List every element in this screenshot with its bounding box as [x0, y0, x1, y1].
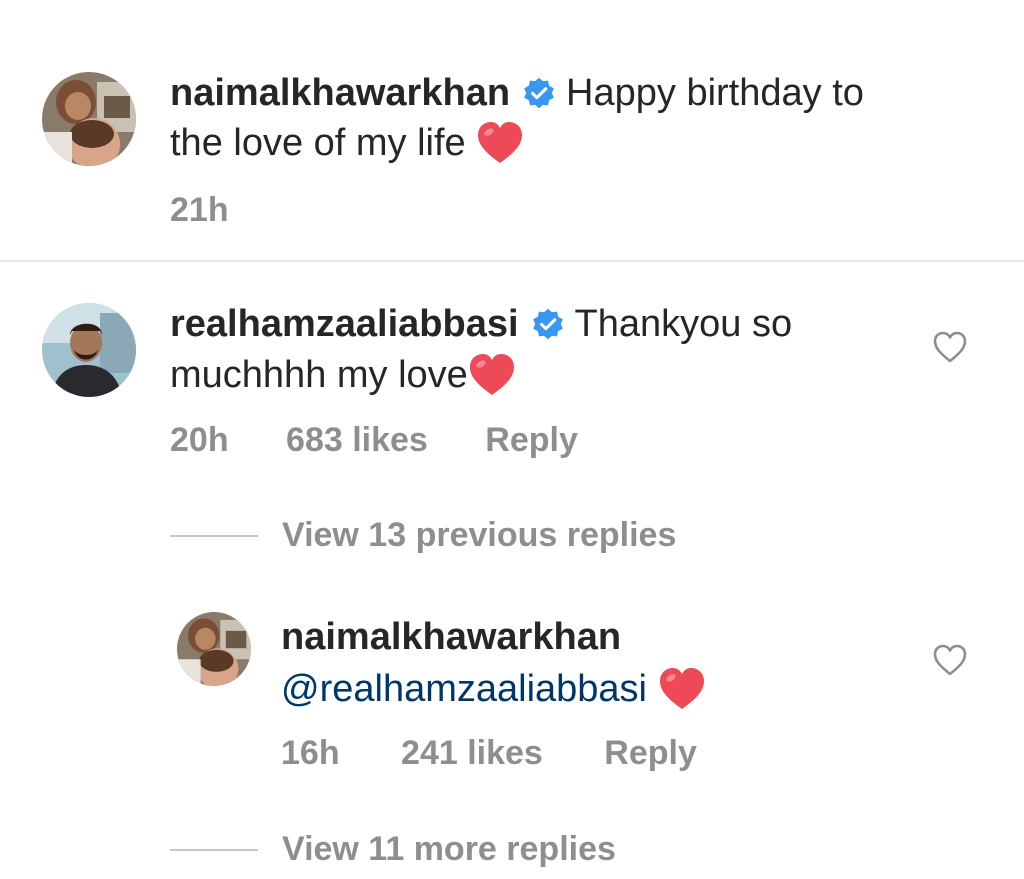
reply-reply-button[interactable]: Reply: [604, 733, 697, 773]
view-previous-replies[interactable]: View 13 previous replies: [170, 516, 676, 555]
reply-mention-link[interactable]: @realhamzaaliabbasi: [281, 668, 647, 710]
comment-username[interactable]: realhamzaaliabbasi: [170, 303, 519, 345]
reply-meta: 16h 241 likes Reply: [281, 733, 697, 773]
caption-line-1: naimalkhawarkhan Happy birthday to: [170, 68, 864, 118]
caption-meta: 21h: [170, 190, 229, 230]
reply-likes[interactable]: 241 likes: [401, 733, 543, 773]
comment-likes[interactable]: 683 likes: [286, 420, 428, 460]
verified-badge-icon: [524, 77, 554, 109]
reply-line-2: @realhamzaaliabbasi: [281, 664, 706, 714]
red-heart-emoji-icon: [469, 354, 514, 395]
comment-text-1: Thankyou so: [574, 303, 793, 345]
comment-time: 20h: [170, 421, 229, 459]
avatar-realhamzaaliabbasi[interactable]: [42, 303, 136, 397]
heart-outline-icon[interactable]: [932, 330, 968, 364]
view-more-replies-label[interactable]: View 11 more replies: [282, 830, 616, 869]
caption-text-1: Happy birthday to: [566, 72, 864, 114]
caption-username[interactable]: naimalkhawarkhan: [170, 72, 510, 114]
avatar-naimalkhawarkhan[interactable]: [42, 72, 136, 166]
comment-line-2: muchhhh my love: [170, 350, 516, 400]
comment-line-1: realhamzaaliabbasi Thankyou so: [170, 299, 792, 349]
comments-thread: naimalkhawarkhan Happy birthday to the l…: [0, 0, 1024, 879]
red-heart-emoji-icon: [478, 122, 523, 163]
comment-reply-button[interactable]: Reply: [485, 420, 578, 460]
view-more-replies[interactable]: View 11 more replies: [170, 830, 616, 869]
reply-time: 16h: [281, 734, 340, 772]
comment-meta: 20h 683 likes Reply: [170, 420, 578, 460]
view-previous-replies-label[interactable]: View 13 previous replies: [282, 516, 676, 555]
reply-username[interactable]: naimalkhawarkhan: [281, 616, 621, 658]
reply-line-1: naimalkhawarkhan: [281, 612, 621, 662]
replies-divider-line: [170, 534, 258, 537]
avatar-naimalkhawarkhan-reply[interactable]: [177, 612, 251, 686]
section-divider: [0, 260, 1024, 262]
caption-time: 21h: [170, 191, 229, 229]
comment-text-2: muchhhh my love: [170, 354, 468, 396]
heart-outline-icon[interactable]: [932, 643, 968, 677]
red-heart-emoji-icon: [659, 668, 704, 709]
caption-line-2: the love of my life: [170, 118, 524, 168]
caption-text-2: the love of my life: [170, 122, 466, 164]
replies-divider-line: [170, 848, 258, 851]
verified-badge-icon: [532, 308, 563, 340]
